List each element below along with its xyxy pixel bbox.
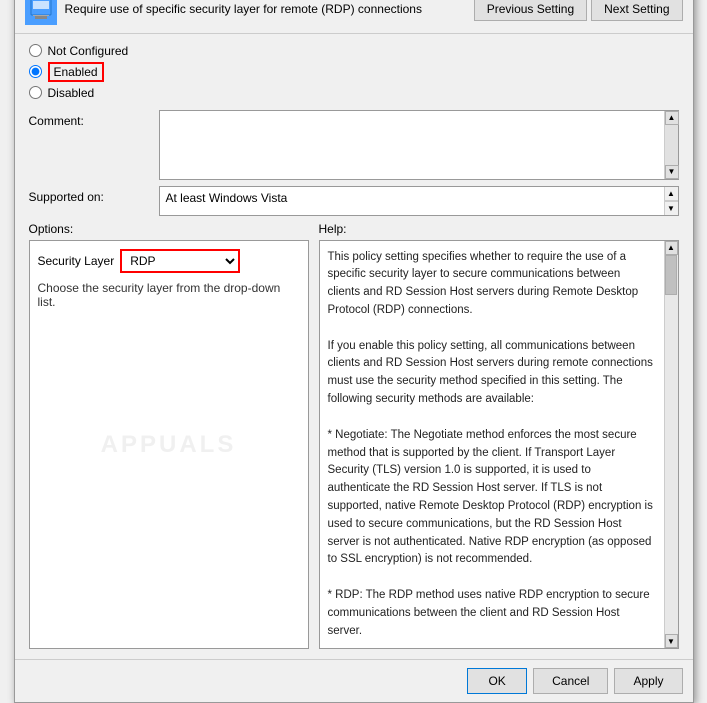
- supported-row: Supported on: At least Windows Vista ▲ ▼: [29, 186, 679, 216]
- help-scroll-track: [665, 255, 678, 635]
- footer: OK Cancel Apply: [15, 659, 693, 702]
- radio-group: Not Configured Enabled Disabled: [29, 44, 679, 100]
- supported-scroll-down[interactable]: ▼: [665, 201, 678, 215]
- not-configured-label: Not Configured: [48, 44, 129, 58]
- supported-box: At least Windows Vista ▲ ▼: [159, 186, 679, 216]
- watermark: APPUALS: [101, 431, 237, 459]
- supported-label: Supported on:: [29, 186, 159, 204]
- previous-setting-button[interactable]: Previous Setting: [474, 0, 587, 21]
- next-setting-button[interactable]: Next Setting: [591, 0, 682, 21]
- options-description: Choose the security layer from the drop-…: [38, 281, 300, 309]
- not-configured-option[interactable]: Not Configured: [29, 44, 679, 58]
- help-panel: This policy setting specifies whether to…: [319, 240, 679, 650]
- disabled-option[interactable]: Disabled: [29, 86, 679, 100]
- header-title: Require use of specific security layer f…: [65, 2, 422, 16]
- comment-scroll-up[interactable]: ▲: [665, 111, 679, 125]
- main-window: Require use of specific security layer f…: [14, 0, 694, 703]
- help-scroll-thumb[interactable]: [665, 255, 677, 295]
- comment-label: Comment:: [29, 110, 159, 128]
- enabled-box: Enabled: [48, 62, 104, 82]
- cancel-button[interactable]: Cancel: [533, 668, 608, 694]
- supported-scroll-up[interactable]: ▲: [665, 187, 678, 201]
- not-configured-radio[interactable]: [29, 44, 42, 57]
- comment-content: ▲ ▼: [159, 110, 679, 180]
- comment-area: ▲ ▼: [159, 110, 679, 180]
- section-labels: Options: Help:: [29, 222, 679, 236]
- options-label: Options:: [29, 222, 309, 236]
- security-layer-row: Security Layer RDP Negotiate SSL: [38, 249, 300, 273]
- panels-wrapper: Security Layer RDP Negotiate SSL Choose …: [29, 240, 679, 650]
- security-layer-label: Security Layer: [38, 254, 115, 268]
- help-scrollbar: ▲ ▼: [664, 241, 678, 649]
- supported-content: At least Windows Vista ▲ ▼: [159, 186, 679, 216]
- ok-button[interactable]: OK: [467, 668, 527, 694]
- options-panel: Security Layer RDP Negotiate SSL Choose …: [29, 240, 309, 650]
- main-content: Not Configured Enabled Disabled Comment:: [15, 34, 693, 660]
- comment-row: Comment: ▲ ▼: [29, 110, 679, 180]
- help-scroll-down[interactable]: ▼: [665, 634, 678, 648]
- comment-scroll-down[interactable]: ▼: [665, 165, 679, 179]
- enabled-label: Enabled: [54, 65, 98, 79]
- apply-button[interactable]: Apply: [614, 668, 682, 694]
- comment-scroll-track: [665, 125, 678, 165]
- help-scroll-up[interactable]: ▲: [665, 241, 678, 255]
- header-icon: [25, 0, 57, 25]
- disabled-label: Disabled: [48, 86, 95, 100]
- enabled-option[interactable]: Enabled: [29, 62, 679, 82]
- help-text: This policy setting specifies whether to…: [320, 241, 664, 649]
- supported-value: At least Windows Vista: [160, 187, 664, 215]
- security-layer-select[interactable]: RDP Negotiate SSL: [120, 249, 240, 273]
- comment-textarea[interactable]: [160, 111, 664, 179]
- header-buttons: Previous Setting Next Setting: [474, 0, 683, 21]
- enabled-radio[interactable]: [29, 65, 42, 78]
- help-label: Help:: [319, 222, 679, 236]
- supported-scrollbar: ▲ ▼: [664, 187, 678, 215]
- header-left: Require use of specific security layer f…: [25, 0, 422, 25]
- disabled-radio[interactable]: [29, 86, 42, 99]
- comment-scrollbar: ▲ ▼: [664, 111, 678, 179]
- header-bar: Require use of specific security layer f…: [15, 0, 693, 34]
